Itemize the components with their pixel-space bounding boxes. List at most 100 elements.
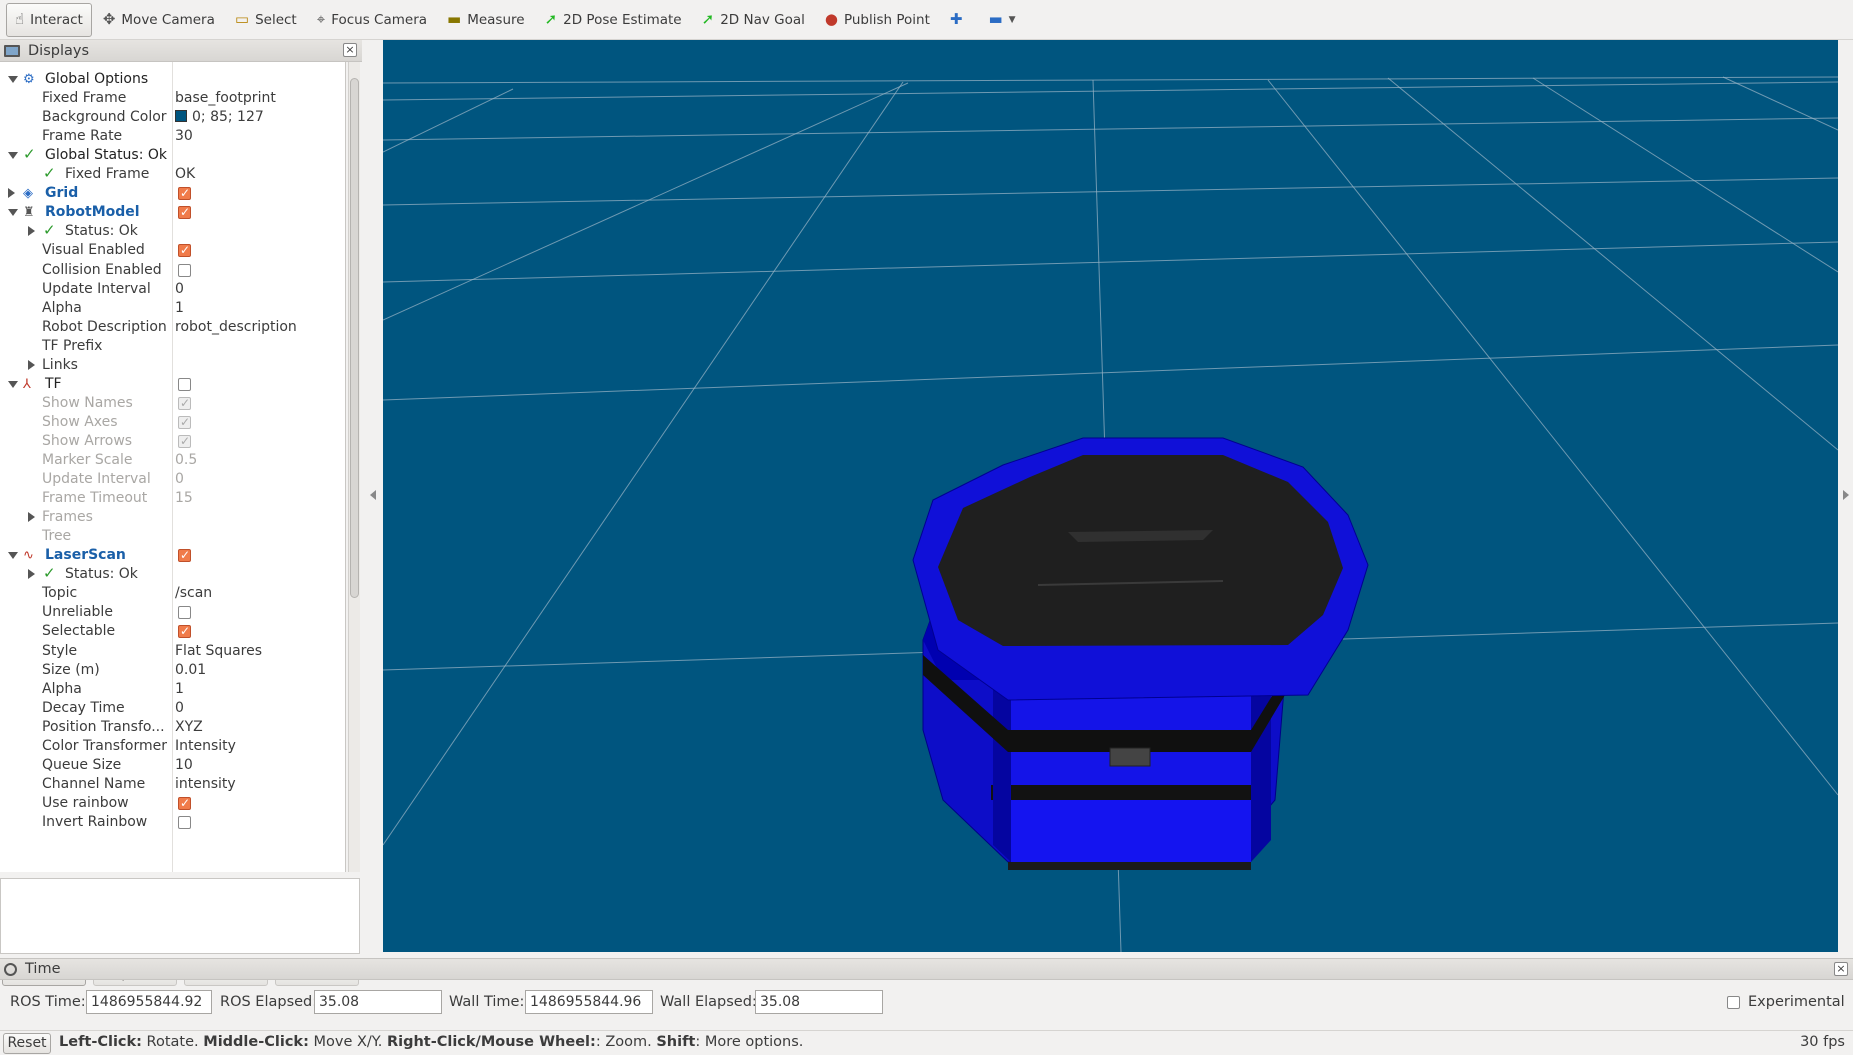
tree-row[interactable]: Collision Enabled — [0, 261, 345, 280]
scrollbar-thumb[interactable] — [350, 78, 359, 598]
tool-measure[interactable]: ▬ Measure — [438, 3, 534, 37]
property-value[interactable]: 10 — [175, 756, 193, 775]
tree-row[interactable]: Queue Size 10 — [0, 756, 345, 775]
tree-row[interactable]: Invert Rainbow — [0, 813, 345, 832]
tool-select[interactable]: ▭ Select — [226, 3, 306, 37]
close-icon[interactable]: × — [1834, 962, 1848, 976]
tree-row[interactable]: Alpha 1 — [0, 299, 345, 318]
tree-row[interactable]: Size (m) 0.01 — [0, 661, 345, 680]
wall-elapsed-field[interactable]: 35.08 — [755, 990, 883, 1014]
property-value[interactable]: intensity — [175, 775, 236, 794]
property-value[interactable]: XYZ — [175, 718, 203, 737]
property-value[interactable]: 0; 85; 127 — [175, 108, 264, 127]
tree-row[interactable]: Fixed Frame base_footprint — [0, 89, 345, 108]
expand-right-icon[interactable] — [28, 226, 35, 237]
expand-right-icon[interactable] — [8, 188, 15, 199]
tree-row[interactable]: Links — [0, 356, 345, 375]
tree-row[interactable]: Update Interval 0 — [0, 280, 345, 299]
tree-row[interactable]: ⅄ TF — [0, 375, 345, 394]
expand-right-icon[interactable] — [28, 512, 35, 523]
tree-row[interactable]: Selectable — [0, 622, 345, 641]
add-tool-button[interactable]: ✚ — [941, 3, 978, 37]
tree-row[interactable]: ∿ LaserScan — [0, 546, 345, 565]
tool-2d-pose-estimate[interactable]: ➚ 2D Pose Estimate — [536, 3, 691, 37]
tree-row[interactable]: Marker Scale 0.5 — [0, 451, 345, 470]
ros-elapsed-field[interactable]: 35.08 — [314, 990, 442, 1014]
property-value[interactable]: 30 — [175, 127, 193, 146]
property-checkbox[interactable] — [178, 794, 191, 813]
experimental-checkbox[interactable] — [1727, 996, 1740, 1009]
property-value[interactable]: 0.5 — [175, 451, 197, 470]
expand-right-icon[interactable] — [28, 359, 35, 370]
property-value[interactable]: 1 — [175, 680, 184, 699]
reset-button[interactable]: Reset — [3, 1033, 51, 1054]
tree-row[interactable]: Style Flat Squares — [0, 642, 345, 661]
tool-2d-nav-goal[interactable]: ➚ 2D Nav Goal — [693, 3, 814, 37]
tree-row[interactable]: Frame Timeout 15 — [0, 489, 345, 508]
tree-row[interactable]: Show Arrows — [0, 432, 345, 451]
property-value[interactable]: /scan — [175, 584, 212, 603]
tree-row[interactable]: Visual Enabled — [0, 241, 345, 260]
tree-row[interactable]: Show Names — [0, 394, 345, 413]
property-value[interactable]: base_footprint — [175, 89, 276, 108]
tree-scrollbar[interactable] — [348, 62, 360, 872]
tree-row[interactable]: ✓ Global Status: Ok — [0, 145, 345, 165]
tool-focus-camera[interactable]: ⌖ Focus Camera — [308, 3, 436, 37]
tree-row[interactable]: ⚙ Global Options — [0, 70, 345, 89]
tree-row[interactable]: Decay Time 0 — [0, 699, 345, 718]
expand-down-icon[interactable] — [8, 552, 18, 560]
displays-tree[interactable]: ⚙ Global Options Fixed Frame base_footprint… — [0, 62, 346, 872]
tree-row[interactable]: Color Transformer Intensity — [0, 737, 345, 756]
tool-interact[interactable]: ☝ Interact — [6, 2, 92, 37]
property-value[interactable]: 0 — [175, 280, 184, 299]
property-checkbox[interactable] — [178, 546, 191, 565]
property-value[interactable]: robot_description — [175, 318, 297, 337]
tree-row[interactable]: Show Axes — [0, 413, 345, 432]
tree-row[interactable]: Position Transfo... XYZ — [0, 718, 345, 737]
ros-time-field[interactable]: 1486955844.92 — [86, 990, 212, 1014]
remove-tool-menu[interactable]: ▬ ▼ — [979, 3, 1024, 37]
tree-row[interactable]: ✓ Status: Ok — [0, 221, 345, 241]
right-splitter-handle[interactable] — [1840, 40, 1853, 952]
expand-right-icon[interactable] — [28, 569, 35, 580]
left-splitter-handle[interactable] — [364, 40, 382, 952]
property-checkbox[interactable] — [178, 203, 191, 222]
expand-down-icon[interactable] — [8, 76, 18, 83]
property-value[interactable]: 15 — [175, 489, 193, 508]
property-checkbox[interactable] — [178, 394, 191, 413]
close-icon[interactable]: × — [343, 43, 357, 57]
wall-time-field[interactable]: 1486955844.96 — [525, 990, 653, 1014]
property-checkbox[interactable] — [178, 622, 191, 641]
tree-row[interactable]: TF Prefix — [0, 337, 345, 356]
tree-row[interactable]: Unreliable — [0, 603, 345, 622]
tree-row[interactable]: Update Interval 0 — [0, 470, 345, 489]
tree-row[interactable]: ◈ Grid — [0, 184, 345, 203]
tree-row[interactable]: ♜ RobotModel — [0, 203, 345, 222]
property-value[interactable]: Intensity — [175, 737, 236, 756]
tree-row[interactable]: Tree — [0, 527, 345, 546]
expand-down-icon[interactable] — [8, 209, 18, 217]
property-checkbox[interactable] — [178, 263, 191, 277]
tree-row[interactable]: Background Color 0; 85; 127 — [0, 108, 345, 127]
tool-publish-point[interactable]: ● Publish Point — [816, 3, 939, 37]
property-value[interactable]: 0 — [175, 699, 184, 718]
tree-row[interactable]: Frames — [0, 508, 345, 527]
expand-down-icon[interactable] — [8, 152, 18, 160]
property-value[interactable]: 0 — [175, 470, 184, 489]
tree-row[interactable]: Topic/scan — [0, 584, 345, 603]
tree-row[interactable]: ✓ Status: Ok — [0, 564, 345, 584]
tree-row[interactable]: ✓ Fixed Frame OK — [0, 164, 345, 184]
tree-row[interactable]: Channel Name intensity — [0, 775, 345, 794]
property-checkbox[interactable] — [178, 413, 191, 432]
property-checkbox[interactable] — [178, 815, 191, 829]
property-checkbox[interactable] — [178, 606, 191, 620]
property-value[interactable]: 0.01 — [175, 661, 206, 680]
tree-row[interactable]: Alpha 1 — [0, 680, 345, 699]
property-value[interactable]: OK — [175, 165, 195, 184]
property-value[interactable]: Flat Squares — [175, 642, 262, 661]
tool-move-camera[interactable]: ✥ Move Camera — [94, 3, 224, 37]
property-checkbox[interactable] — [178, 432, 191, 451]
expand-down-icon[interactable] — [8, 380, 18, 388]
property-value[interactable]: 1 — [175, 299, 184, 318]
property-checkbox[interactable] — [178, 377, 191, 391]
